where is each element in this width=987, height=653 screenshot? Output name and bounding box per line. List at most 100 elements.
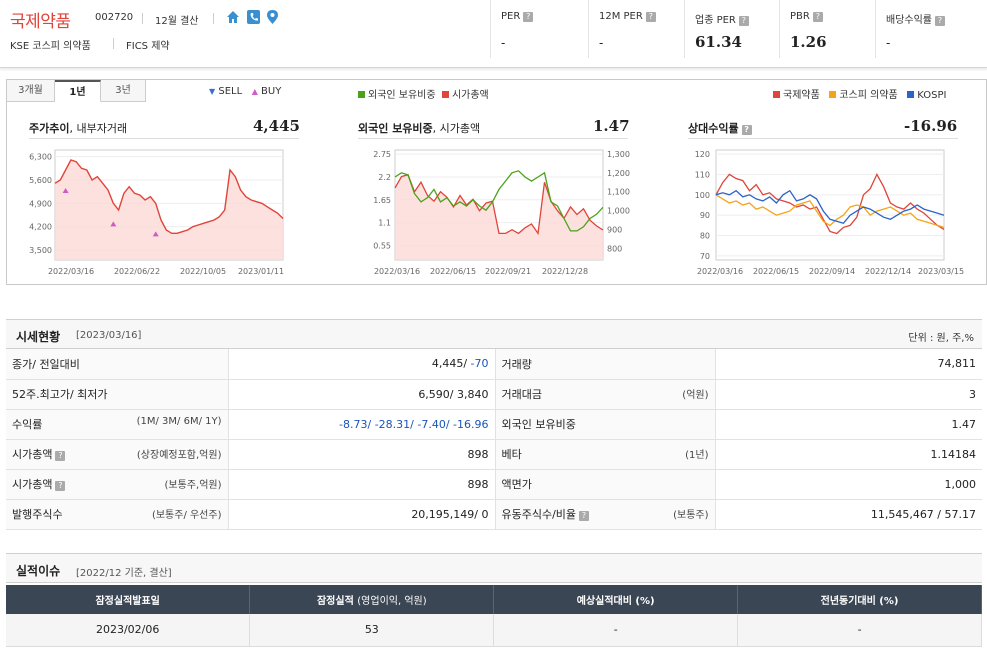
tick-label: 70 xyxy=(700,252,710,261)
tab-3y[interactable]: 3년 xyxy=(101,80,146,102)
tick-label: 110 xyxy=(695,170,710,179)
divider xyxy=(213,13,214,24)
metric-value: - xyxy=(886,36,891,50)
row-label: 발행주식수 (보통주/ 우선주) xyxy=(6,499,228,530)
value-main: 6,590/ 3,840 xyxy=(418,387,489,401)
tick-label: 2022/03/16 xyxy=(697,267,743,276)
tick-label: 2022/09/14 xyxy=(809,267,855,276)
col-preliminary: 잠정실적 (영업이익, 억원) xyxy=(249,585,495,614)
location-pin-icon[interactable] xyxy=(267,10,278,24)
tick-label: 2022/03/16 xyxy=(374,267,420,276)
cell: 2023/02/06 xyxy=(6,614,251,647)
legend-relative: 국제약품 코스피 의약품 KOSPI xyxy=(773,86,947,101)
tick-label: 3,500 xyxy=(29,246,52,255)
row-value: 4,445/ -70 xyxy=(227,349,496,380)
table-row: 종가/ 전일대비 4,445/ -70 거래량 74,811 xyxy=(6,349,982,380)
row-label: 액면가 xyxy=(495,469,715,500)
section-date: [2023/03/16] xyxy=(76,330,142,341)
row-label: 외국인 보유비중 xyxy=(495,409,715,440)
help-icon[interactable]: ? xyxy=(55,481,66,491)
help-icon[interactable]: ? xyxy=(738,16,749,26)
tick-label: 2022/06/22 xyxy=(114,267,160,276)
divider xyxy=(142,13,143,24)
metric-12m-per: 12M PER? - xyxy=(588,0,684,58)
row-value: 1.47 xyxy=(714,409,982,440)
table-row: 52주.최고가/ 최저가 6,590/ 3,840 거래대금 (억원) 3 xyxy=(6,379,982,410)
value-main: 898 xyxy=(467,447,489,461)
help-icon[interactable]: ? xyxy=(812,12,823,22)
unit-label: 단위 : 원, 주,% xyxy=(908,333,974,344)
tick-label: 2022/03/16 xyxy=(48,267,94,276)
tick-label: 2022/10/05 xyxy=(180,267,226,276)
metric-label: PER xyxy=(501,11,521,22)
legend-swatch xyxy=(907,91,915,98)
table-header-row: 잠정실적발표일 잠정실적 (영업이익, 억원) 예상실적대비 (%) 전년동기대… xyxy=(6,585,982,614)
tick-label: 1.1 xyxy=(378,219,391,228)
row-value: 898 xyxy=(227,469,496,500)
relative-chart-value: -16.96 xyxy=(904,117,958,135)
tick-label: 4,200 xyxy=(29,223,52,232)
market-sector: KSE 코스피 의약품 xyxy=(10,41,91,52)
help-icon[interactable]: ? xyxy=(741,125,752,135)
tick-label: 1,100 xyxy=(607,188,630,197)
tick-label: 90 xyxy=(700,211,710,220)
foreign-chart[interactable]: 2.75 2.2 1.65 1.1 0.55 1,300 1,200 1,100 1,000 90… xyxy=(359,146,637,278)
row-label: 종가/ 전일대비 xyxy=(6,349,228,380)
tick-label: 120 xyxy=(695,150,710,159)
tick-label: 2023/01/11 xyxy=(238,267,284,276)
tab-3m[interactable]: 3개월 xyxy=(7,80,55,102)
help-icon[interactable]: ? xyxy=(55,451,66,461)
relative-chart[interactable]: 120 110 100 90 80 70 2022/03/16 2022/06/15 2022/… xyxy=(686,146,976,278)
plot-area xyxy=(715,149,945,261)
legend-company: 국제약품 xyxy=(783,90,820,101)
legend-sell: SELL xyxy=(218,86,243,97)
legend-foreign-ratio: 외국인 보유비중 xyxy=(368,90,436,101)
tick-label: 1,200 xyxy=(607,169,630,178)
value-main: 898 xyxy=(467,477,489,491)
foreign-chart-value: 1.47 xyxy=(593,117,630,135)
market-status-header: 시세현황 [2023/03/16] 단위 : 원, 주,% xyxy=(6,319,982,349)
tick-label: 2022/12/28 xyxy=(542,267,588,276)
tab-1y[interactable]: 1년 xyxy=(55,80,101,102)
section-date: [2022/12 기준, 결산] xyxy=(76,568,172,579)
value-returns: -8.73/ -28.31/ -7.40/ -16.96 xyxy=(339,417,489,431)
col-vs-estimate: 예상실적대비 (%) xyxy=(493,585,739,614)
tick-label: 2022/09/21 xyxy=(485,267,531,276)
value-main: 4,445/ xyxy=(431,357,468,371)
help-icon[interactable]: ? xyxy=(935,16,945,26)
metric-value: - xyxy=(501,36,506,50)
cell: 53 xyxy=(249,614,495,647)
metric-value: 61.34 xyxy=(695,33,742,51)
earnings-table: 잠정실적발표일 잠정실적 (영업이익, 억원) 예상실적대비 (%) 전년동기대… xyxy=(6,585,982,647)
tick-label: 1,300 xyxy=(607,150,630,159)
company-name: 국제약품 xyxy=(10,12,71,32)
company-code: 002720 xyxy=(95,12,134,23)
divider xyxy=(113,38,114,49)
help-icon[interactable]: ? xyxy=(523,12,534,22)
row-value: 6,590/ 3,840 xyxy=(227,379,496,410)
metric-value: - xyxy=(599,36,604,50)
metric-per: PER? - xyxy=(490,0,588,58)
home-icon[interactable] xyxy=(226,10,240,24)
settlement-month: 12월 결산 xyxy=(155,16,199,27)
tick-label: 900 xyxy=(607,226,622,235)
legend-sector: 코스피 의약품 xyxy=(839,90,898,101)
col-yoy: 전년동기대비 (%) xyxy=(737,585,982,614)
row-label: 52주.최고가/ 최저가 xyxy=(6,379,228,410)
col-announce-date: 잠정실적발표일 xyxy=(6,585,251,614)
tick-label: 100 xyxy=(695,191,710,200)
help-icon[interactable]: ? xyxy=(645,12,656,22)
tick-label: 5,600 xyxy=(29,176,52,185)
phone-icon[interactable] xyxy=(247,10,260,24)
metric-value: 1.26 xyxy=(790,33,827,51)
price-chart[interactable]: 6,300 5,600 4,900 4,200 3,500 2022/03/16 2022/… xyxy=(25,146,305,278)
metric-dividend-yield: 배당수익률? - xyxy=(875,0,987,58)
value-change: -70 xyxy=(467,357,489,371)
tick-label: 800 xyxy=(607,245,622,254)
section-title: 실적이슈 xyxy=(16,564,61,578)
help-icon[interactable]: ? xyxy=(579,511,590,521)
metric-pbr: PBR? 1.26 xyxy=(779,0,875,58)
row-label: 거래대금 (억원) xyxy=(495,379,715,410)
table-row: 수익률 (1M/ 3M/ 6M/ 1Y) -8.73/ -28.31/ -7.40/… xyxy=(6,409,982,440)
company-header: 국제약품 002720 12월 결산 KSE 코스피 의약품 FICS 제약 P… xyxy=(0,0,987,68)
